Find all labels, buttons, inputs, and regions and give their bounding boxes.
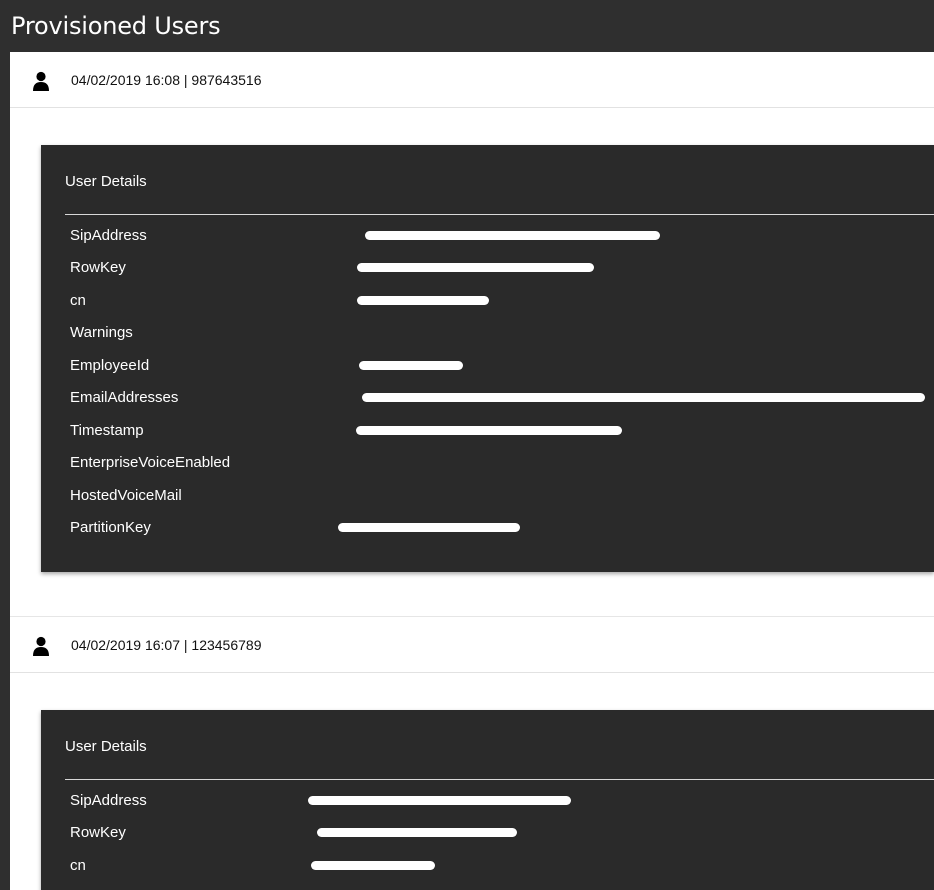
user-icon <box>31 634 51 656</box>
property-row: EnterpriseVoiceEnabled <box>65 447 934 480</box>
redacted-value <box>365 230 660 240</box>
property-row: Timestamp <box>65 414 934 447</box>
entry-timestamp-id: 04/02/2019 16:07 | 123456789 <box>71 636 262 653</box>
property-row: PartitionKey <box>65 512 934 545</box>
property-row: SipAddress <box>65 219 934 252</box>
entry-header[interactable]: 04/02/2019 16:08 | 987643516 <box>10 52 934 108</box>
redacted-value <box>308 795 571 805</box>
property-row: RowKey <box>65 817 934 850</box>
redacted-value <box>357 295 489 305</box>
redacted-value <box>357 263 594 273</box>
user-entry: 04/02/2019 16:07 | 123456789 User Detail… <box>10 617 934 890</box>
user-details-card: User Details SipAddress RowKey cn <box>41 710 934 890</box>
property-key: cn <box>70 291 86 309</box>
property-key: EnterpriseVoiceEnabled <box>70 454 231 472</box>
divider <box>65 214 934 215</box>
property-row: cn <box>65 849 934 882</box>
property-key: EmployeeId <box>70 356 150 374</box>
redacted-value <box>362 393 925 403</box>
property-key: HostedVoiceMail <box>70 486 182 504</box>
redacted-value <box>311 860 435 870</box>
property-key: EmailAddresses <box>70 389 179 407</box>
entry-header[interactable]: 04/02/2019 16:07 | 123456789 <box>10 617 934 673</box>
redacted-value <box>338 523 520 533</box>
provisioned-users-list[interactable]: 04/02/2019 16:08 | 987643516 User Detail… <box>10 52 934 890</box>
property-key: PartitionKey <box>70 519 151 537</box>
page-header: Provisioned Users <box>0 0 934 52</box>
property-row: Warnings <box>65 317 934 350</box>
entry-timestamp-id: 04/02/2019 16:08 | 987643516 <box>71 71 262 88</box>
redacted-value <box>356 425 622 435</box>
divider <box>65 779 934 780</box>
property-key: Warnings <box>70 324 133 342</box>
property-row: EmailAddresses <box>65 382 934 415</box>
details-title: User Details <box>65 173 147 190</box>
property-row: SipAddress <box>65 784 934 817</box>
user-details-card: User Details SipAddress RowKey cn Warnin… <box>41 145 934 572</box>
redacted-value <box>317 828 517 838</box>
property-key: Timestamp <box>70 421 144 439</box>
property-key: RowKey <box>70 824 126 842</box>
redacted-value <box>359 360 463 370</box>
property-key: SipAddress <box>70 226 147 244</box>
property-key: RowKey <box>70 259 126 277</box>
property-row: HostedVoiceMail <box>65 479 934 512</box>
property-row: EmployeeId <box>65 349 934 382</box>
property-row: RowKey <box>65 252 934 285</box>
page-title: Provisioned Users <box>11 12 221 40</box>
details-title: User Details <box>65 738 147 755</box>
property-row: cn <box>65 284 934 317</box>
user-entry: 04/02/2019 16:08 | 987643516 User Detail… <box>10 52 934 617</box>
user-icon <box>31 69 51 91</box>
entry-separator <box>10 572 934 617</box>
